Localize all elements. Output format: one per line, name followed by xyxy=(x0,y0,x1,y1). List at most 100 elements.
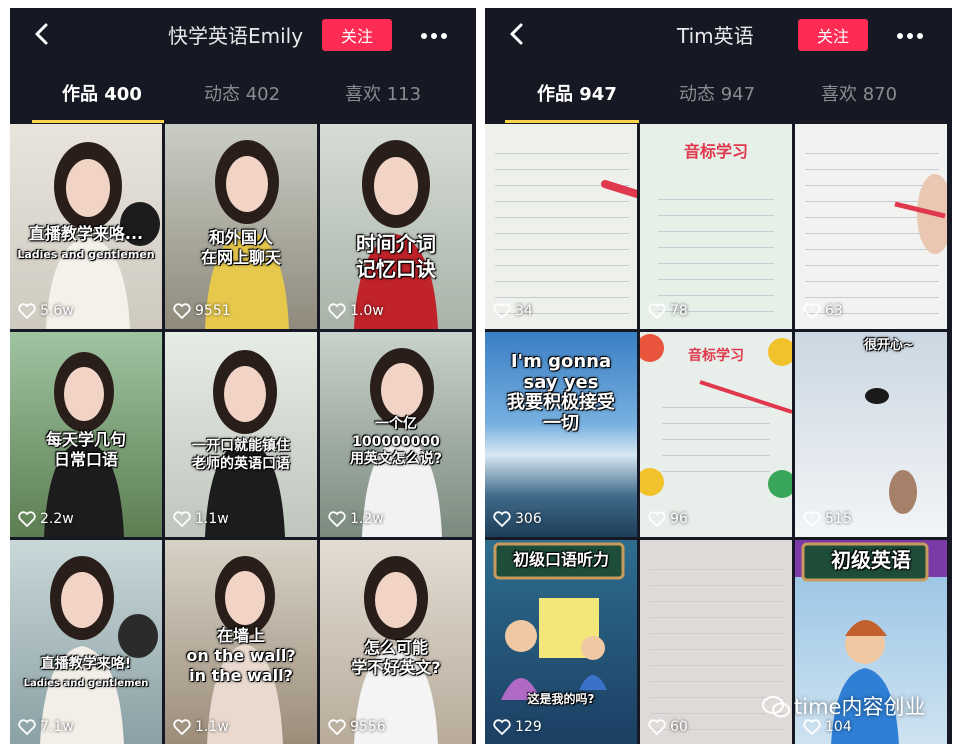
profile-tabs: 作品 947 动态 947 喜欢 870 xyxy=(485,80,952,114)
video-caption: 初级口语听力 xyxy=(512,550,609,569)
heart-icon xyxy=(18,511,36,528)
pen-icon xyxy=(601,180,637,198)
like-count: 306 xyxy=(493,509,542,529)
video-caption: 直播教学来咯... xyxy=(28,224,144,243)
video-thumbnail[interactable]: 音标学习 78 xyxy=(640,124,792,329)
like-count: 7.1w xyxy=(18,717,74,737)
like-count: 515 xyxy=(803,509,852,529)
like-count-text: 1.1w xyxy=(195,719,229,735)
profile-header: Tim英语 关注 xyxy=(485,8,952,66)
video-thumbnail[interactable]: 63 xyxy=(795,124,947,329)
like-count-text: 78 xyxy=(670,303,688,319)
like-count-text: 1.0w xyxy=(350,303,384,319)
like-count: 1.2w xyxy=(328,509,384,529)
like-count-text: 129 xyxy=(515,719,542,735)
video-thumbnail[interactable]: 很开心~ 515 xyxy=(795,332,947,537)
video-thumbnail[interactable]: 音标学习 96 xyxy=(640,332,792,537)
like-count: 63 xyxy=(803,301,843,321)
active-tab-indicator xyxy=(32,120,164,123)
back-arrow-icon[interactable] xyxy=(28,20,56,48)
like-count: 1.1w xyxy=(173,717,229,737)
like-count-text: 306 xyxy=(515,511,542,527)
video-subtitle: Ladies and gentlemen xyxy=(23,678,149,689)
video-thumbnail[interactable]: 34 xyxy=(485,124,637,329)
video-thumbnail[interactable]: 时间介词 记忆口诀 1.0w xyxy=(320,124,472,329)
like-count-text: 1.2w xyxy=(350,511,384,527)
video-caption: I'm gonna say yes 我要积极接受 一切 xyxy=(507,351,615,435)
like-count-text: 2.2w xyxy=(40,511,74,527)
heart-icon xyxy=(493,303,511,320)
video-caption: 音标学习 xyxy=(688,348,744,364)
tab-likes[interactable]: 喜欢 113 xyxy=(345,80,421,110)
snow-animal-image xyxy=(865,388,917,514)
heart-icon xyxy=(328,303,346,320)
video-caption: 一开口就能镇住 老师的英语口语 xyxy=(192,438,290,472)
like-count-text: 60 xyxy=(670,719,688,735)
like-count: 5.6w xyxy=(18,301,74,321)
heart-icon xyxy=(803,303,821,320)
video-thumbnail[interactable]: 每天学几句 日常口语 2.2w xyxy=(10,332,162,537)
tab-moments[interactable]: 动态 947 xyxy=(679,80,755,110)
video-caption: 每天学几句 日常口语 xyxy=(45,430,126,469)
tab-likes[interactable]: 喜欢 870 xyxy=(821,80,897,110)
like-count-text: 1.1w xyxy=(195,511,229,527)
back-arrow-icon[interactable] xyxy=(503,20,531,48)
video-subtitle: Ladies and gentlemen xyxy=(17,248,155,261)
host-photo xyxy=(354,140,438,329)
video-thumbnail[interactable]: 怎么可能 学不好英文? 9556 xyxy=(320,540,472,744)
video-thumbnail[interactable]: 直播教学来咯! Ladies and gentlemen 7.1w xyxy=(10,540,162,744)
video-caption: 和外国人 在网上聊天 xyxy=(200,228,281,267)
tab-works[interactable]: 作品 400 xyxy=(62,80,142,110)
video-caption: 音标学习 xyxy=(683,142,748,161)
video-caption: 很开心~ xyxy=(864,338,914,353)
video-thumbnail[interactable]: 初级口语听力 这是我的吗? 129 xyxy=(485,540,637,744)
heart-icon xyxy=(173,511,191,528)
like-count: 78 xyxy=(648,301,688,321)
wechat-watermark: time内容创业 xyxy=(762,692,925,722)
heart-icon xyxy=(648,511,666,528)
like-count: 9551 xyxy=(173,301,231,321)
like-count-text: 7.1w xyxy=(40,719,74,735)
follow-button[interactable]: 关注 xyxy=(798,19,868,51)
video-thumbnail[interactable]: 一开口就能镇住 老师的英语口语 1.1w xyxy=(165,332,317,537)
more-dots-icon[interactable] xyxy=(420,32,448,40)
heart-icon xyxy=(493,719,511,736)
like-count: 34 xyxy=(493,301,533,321)
follow-button[interactable]: 关注 xyxy=(322,19,392,51)
video-thumbnail[interactable]: I'm gonna say yes 我要积极接受 一切 306 xyxy=(485,332,637,537)
profile-title: 快学英语Emily xyxy=(168,24,304,48)
right-profile-panel: Tim英语 关注 作品 947 动态 947 喜欢 870 34 音标学习 78… xyxy=(485,8,952,744)
like-count: 129 xyxy=(493,717,542,737)
tab-works[interactable]: 作品 947 xyxy=(537,80,617,110)
host-photo xyxy=(205,350,285,537)
heart-icon xyxy=(328,511,346,528)
video-thumbnail[interactable]: 在墙上 on the wall? in the wall? 1.1w xyxy=(165,540,317,744)
like-count: 1.1w xyxy=(173,509,229,529)
phonetic-chart xyxy=(658,184,774,319)
hand-icon xyxy=(894,174,947,254)
more-dots-icon[interactable] xyxy=(896,32,924,40)
tab-moments[interactable]: 动态 402 xyxy=(204,80,280,110)
video-thumbnail[interactable]: 和外国人 在网上聊天 9551 xyxy=(165,124,317,329)
cartoon-image xyxy=(493,542,625,700)
left-profile-panel: 快学英语Emily 关注 作品 400 动态 402 喜欢 113 直播教学来咯… xyxy=(10,8,476,744)
video-thumbnail[interactable]: 直播教学来咯... Ladies and gentlemen 5.6w xyxy=(10,124,162,329)
video-caption: 时间介词 记忆口诀 xyxy=(356,232,436,281)
like-count: 96 xyxy=(648,509,688,529)
like-count-text: 5.6w xyxy=(40,303,74,319)
heart-icon xyxy=(803,511,821,528)
host-photo xyxy=(40,556,158,744)
video-caption: 初级英语 xyxy=(831,548,911,572)
heart-icon xyxy=(493,511,511,528)
heart-icon xyxy=(173,303,191,320)
like-count-text: 9551 xyxy=(195,303,231,319)
like-count-text: 9556 xyxy=(350,719,386,735)
like-count: 2.2w xyxy=(18,509,74,529)
video-caption: 直播教学来咯! xyxy=(40,656,132,672)
like-count-text: 34 xyxy=(515,303,533,319)
wechat-icon xyxy=(762,696,790,718)
profile-tabs: 作品 400 动态 402 喜欢 113 xyxy=(10,80,476,114)
video-caption: 一个亿 100000000 用英文怎么说? xyxy=(349,416,443,467)
like-count-text: 63 xyxy=(825,303,843,319)
video-thumbnail[interactable]: 一个亿 100000000 用英文怎么说? 1.2w xyxy=(320,332,472,537)
